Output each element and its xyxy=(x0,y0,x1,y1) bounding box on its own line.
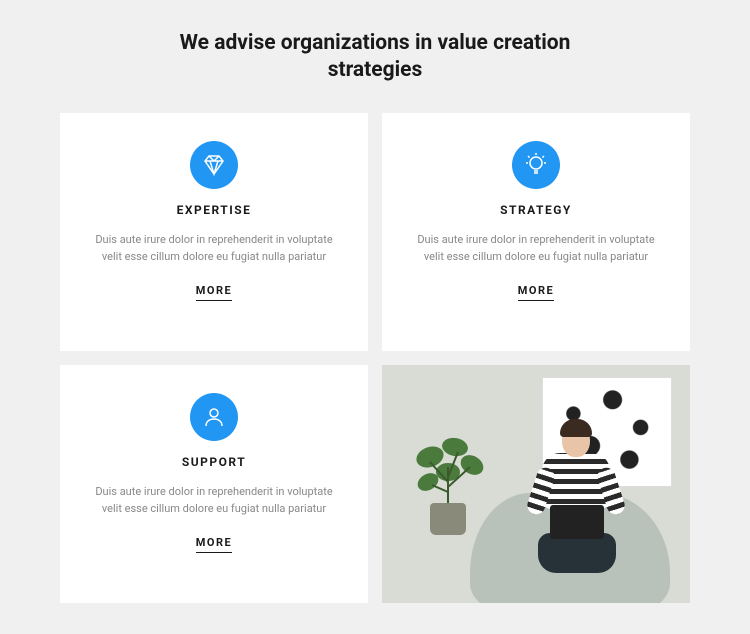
card-expertise: EXPERTISE Duis aute irure dolor in repre… xyxy=(60,113,368,351)
person-with-laptop xyxy=(520,423,630,573)
diamond-icon xyxy=(190,141,238,189)
plant xyxy=(410,435,490,535)
lightbulb-icon xyxy=(512,141,560,189)
card-support: SUPPORT Duis aute irure dolor in reprehe… xyxy=(60,365,368,603)
card-description: Duis aute irure dolor in reprehenderit i… xyxy=(416,231,656,266)
more-link[interactable]: MORE xyxy=(518,284,554,301)
card-description: Duis aute irure dolor in reprehenderit i… xyxy=(94,483,334,518)
card-strategy: STRATEGY Duis aute irure dolor in repreh… xyxy=(382,113,690,351)
card-description: Duis aute irure dolor in reprehenderit i… xyxy=(94,231,334,266)
more-link[interactable]: MORE xyxy=(196,284,232,301)
card-title: EXPERTISE xyxy=(177,203,252,217)
more-link[interactable]: MORE xyxy=(196,536,232,553)
cards-grid: EXPERTISE Duis aute irure dolor in repre… xyxy=(60,113,690,603)
lifestyle-image xyxy=(382,365,690,603)
page-heading: We advise organizations in value creatio… xyxy=(175,30,575,85)
card-title: STRATEGY xyxy=(500,203,572,217)
person-icon xyxy=(190,393,238,441)
card-title: SUPPORT xyxy=(182,455,246,469)
